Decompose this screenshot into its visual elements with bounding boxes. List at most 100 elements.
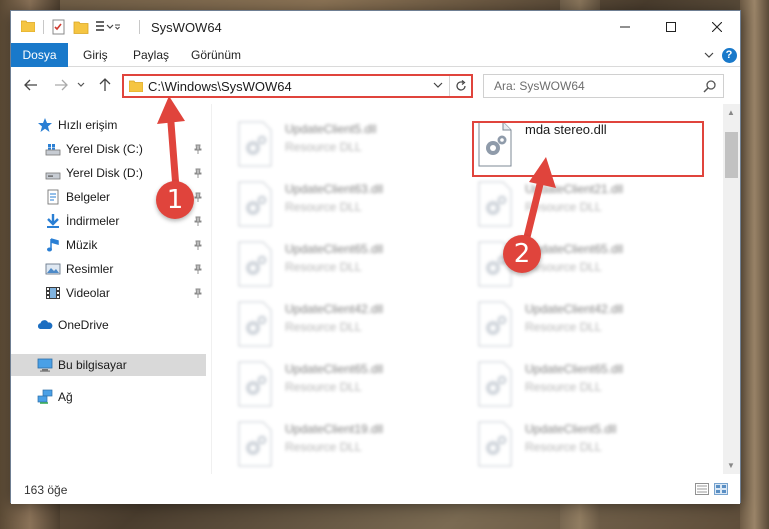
- dll-file-icon: [478, 181, 512, 227]
- large-icons-view-icon[interactable]: [714, 483, 728, 495]
- ribbon-tabs: Dosya Giriş Paylaş Görünüm ?: [11, 43, 740, 67]
- network-icon: [37, 389, 53, 404]
- tab-file[interactable]: Dosya: [11, 43, 68, 67]
- pin-icon[interactable]: [193, 264, 203, 274]
- file-type: Resource DLL: [285, 320, 362, 334]
- help-icon: ?: [721, 47, 737, 63]
- dll-file-icon: [238, 301, 272, 347]
- sidebar-item-pictures[interactable]: Resimler: [11, 258, 206, 280]
- file-item[interactable]: UpdateClient65.dll Resource DLL: [457, 352, 687, 410]
- sidebar-item-label: Resimler: [66, 262, 114, 276]
- file-name: UpdateClient5.dll: [525, 422, 617, 436]
- scrollbar-thumb[interactable]: [725, 132, 738, 178]
- computer-icon: [37, 358, 53, 372]
- chevron-down-icon: [433, 82, 443, 88]
- search-icon: [703, 80, 716, 93]
- chevron-down-icon: [704, 52, 714, 58]
- tab-view[interactable]: Görünüm: [191, 43, 241, 67]
- sidebar-item-onedrive[interactable]: OneDrive: [11, 314, 206, 336]
- file-item[interactable]: UpdateClient65.dll Resource DLL: [457, 232, 687, 290]
- pin-icon[interactable]: [193, 168, 203, 178]
- window-title: SysWOW64: [151, 20, 222, 35]
- pane-divider[interactable]: [211, 104, 212, 474]
- folder-icon: [129, 80, 143, 92]
- sidebar-item-label: Bu bilgisayar: [58, 358, 127, 372]
- file-name: UpdateClient5.dll: [285, 122, 377, 136]
- title-bar: SysWOW64: [11, 11, 740, 43]
- maximize-button[interactable]: [648, 11, 694, 43]
- dll-file-icon: [238, 421, 272, 467]
- background-tree: [740, 0, 769, 529]
- windows-drive-icon: [45, 144, 61, 156]
- sidebar-item-drive-c[interactable]: Yerel Disk (C:): [11, 138, 206, 160]
- scroll-down-icon[interactable]: ▼: [727, 461, 735, 470]
- file-item[interactable]: UpdateClient65.dll Resource DLL: [217, 232, 447, 290]
- file-item[interactable]: UpdateClient63.dll Resource DLL: [217, 172, 447, 230]
- pictures-icon: [45, 263, 61, 275]
- file-type: Resource DLL: [285, 260, 362, 274]
- search-box[interactable]: Ara: SysWOW64: [483, 74, 724, 98]
- file-item[interactable]: UpdateClient42.dll Resource DLL: [457, 292, 687, 350]
- file-name: UpdateClient65.dll: [285, 242, 384, 256]
- sidebar-item-network[interactable]: Ağ: [11, 386, 206, 408]
- sidebar-item-label: Ağ: [58, 390, 73, 404]
- pin-icon[interactable]: [193, 240, 203, 250]
- forward-button[interactable]: [51, 75, 71, 95]
- vertical-scrollbar[interactable]: ▲ ▼: [723, 104, 740, 474]
- pin-icon[interactable]: [193, 144, 203, 154]
- file-type: Resource DLL: [525, 440, 602, 454]
- sidebar-item-label: Müzik: [66, 238, 98, 252]
- refresh-icon: [455, 80, 466, 91]
- minimize-button[interactable]: [602, 11, 648, 43]
- expand-ribbon-button[interactable]: [701, 47, 717, 63]
- details-view-icon[interactable]: [695, 483, 709, 495]
- up-button[interactable]: [95, 75, 115, 95]
- explorer-window: SysWOW64 Dosya Giriş Paylaş Görünüm ? C:…: [10, 10, 741, 504]
- address-path[interactable]: C:\Windows\SysWOW64: [148, 79, 292, 94]
- file-type: Resource DLL: [285, 140, 362, 154]
- sidebar-item-this-pc[interactable]: Bu bilgisayar: [11, 354, 206, 376]
- sidebar-item-label: OneDrive: [58, 318, 109, 332]
- search-input[interactable]: Ara: SysWOW64: [494, 79, 585, 93]
- file-item[interactable]: UpdateClient65.dll Resource DLL: [217, 352, 447, 410]
- tab-share[interactable]: Paylaş: [133, 43, 169, 67]
- close-button[interactable]: [694, 11, 740, 43]
- file-item[interactable]: UpdateClient19.dll Resource DLL: [217, 412, 447, 470]
- videos-icon: [46, 287, 60, 299]
- pin-icon[interactable]: [193, 288, 203, 298]
- dll-file-icon: [478, 361, 512, 407]
- file-item[interactable]: UpdateClient21.dll Resource DLL: [457, 172, 687, 230]
- file-item[interactable]: UpdateClient5.dll Resource DLL: [217, 112, 447, 170]
- help-button[interactable]: ?: [721, 47, 737, 63]
- file-name: UpdateClient21.dll: [525, 182, 624, 196]
- sidebar-item-videos[interactable]: Videolar: [11, 282, 206, 304]
- status-bar: 163 öğe: [11, 476, 740, 504]
- customize-toolbar-icon[interactable]: [95, 19, 121, 35]
- sidebar-item-quick-access[interactable]: Hızlı erişim: [11, 114, 206, 136]
- address-bar[interactable]: C:\Windows\SysWOW64: [122, 74, 473, 98]
- refresh-button[interactable]: [449, 76, 471, 96]
- address-dropdown-button[interactable]: [433, 78, 443, 92]
- divider: [43, 20, 44, 34]
- scroll-up-icon[interactable]: ▲: [727, 108, 735, 117]
- arrow-left-icon: [24, 79, 37, 91]
- navigation-pane: Hızlı erişim Yerel Disk (C:) Yerel Disk …: [11, 104, 211, 474]
- pin-icon[interactable]: [193, 192, 203, 202]
- dll-file-icon: [238, 241, 272, 287]
- download-icon: [47, 214, 59, 228]
- back-button[interactable]: [21, 75, 41, 95]
- pin-icon[interactable]: [193, 216, 203, 226]
- tab-home[interactable]: Giriş: [83, 43, 108, 67]
- recent-locations-button[interactable]: [75, 75, 87, 95]
- properties-icon[interactable]: [51, 19, 67, 35]
- documents-icon: [47, 189, 59, 205]
- new-folder-icon[interactable]: [73, 19, 89, 35]
- sidebar-item-music[interactable]: Müzik: [11, 234, 206, 256]
- file-item[interactable]: UpdateClient5.dll Resource DLL: [457, 412, 687, 470]
- file-item[interactable]: UpdateClient42.dll Resource DLL: [217, 292, 447, 350]
- file-list: UpdateClient5.dll Resource DLL UpdateCli…: [217, 104, 723, 474]
- file-name: UpdateClient65.dll: [525, 362, 624, 376]
- navigation-bar: C:\Windows\SysWOW64 Ara: SysWOW64: [11, 68, 740, 104]
- close-icon: [712, 22, 722, 32]
- drive-icon: [45, 172, 61, 180]
